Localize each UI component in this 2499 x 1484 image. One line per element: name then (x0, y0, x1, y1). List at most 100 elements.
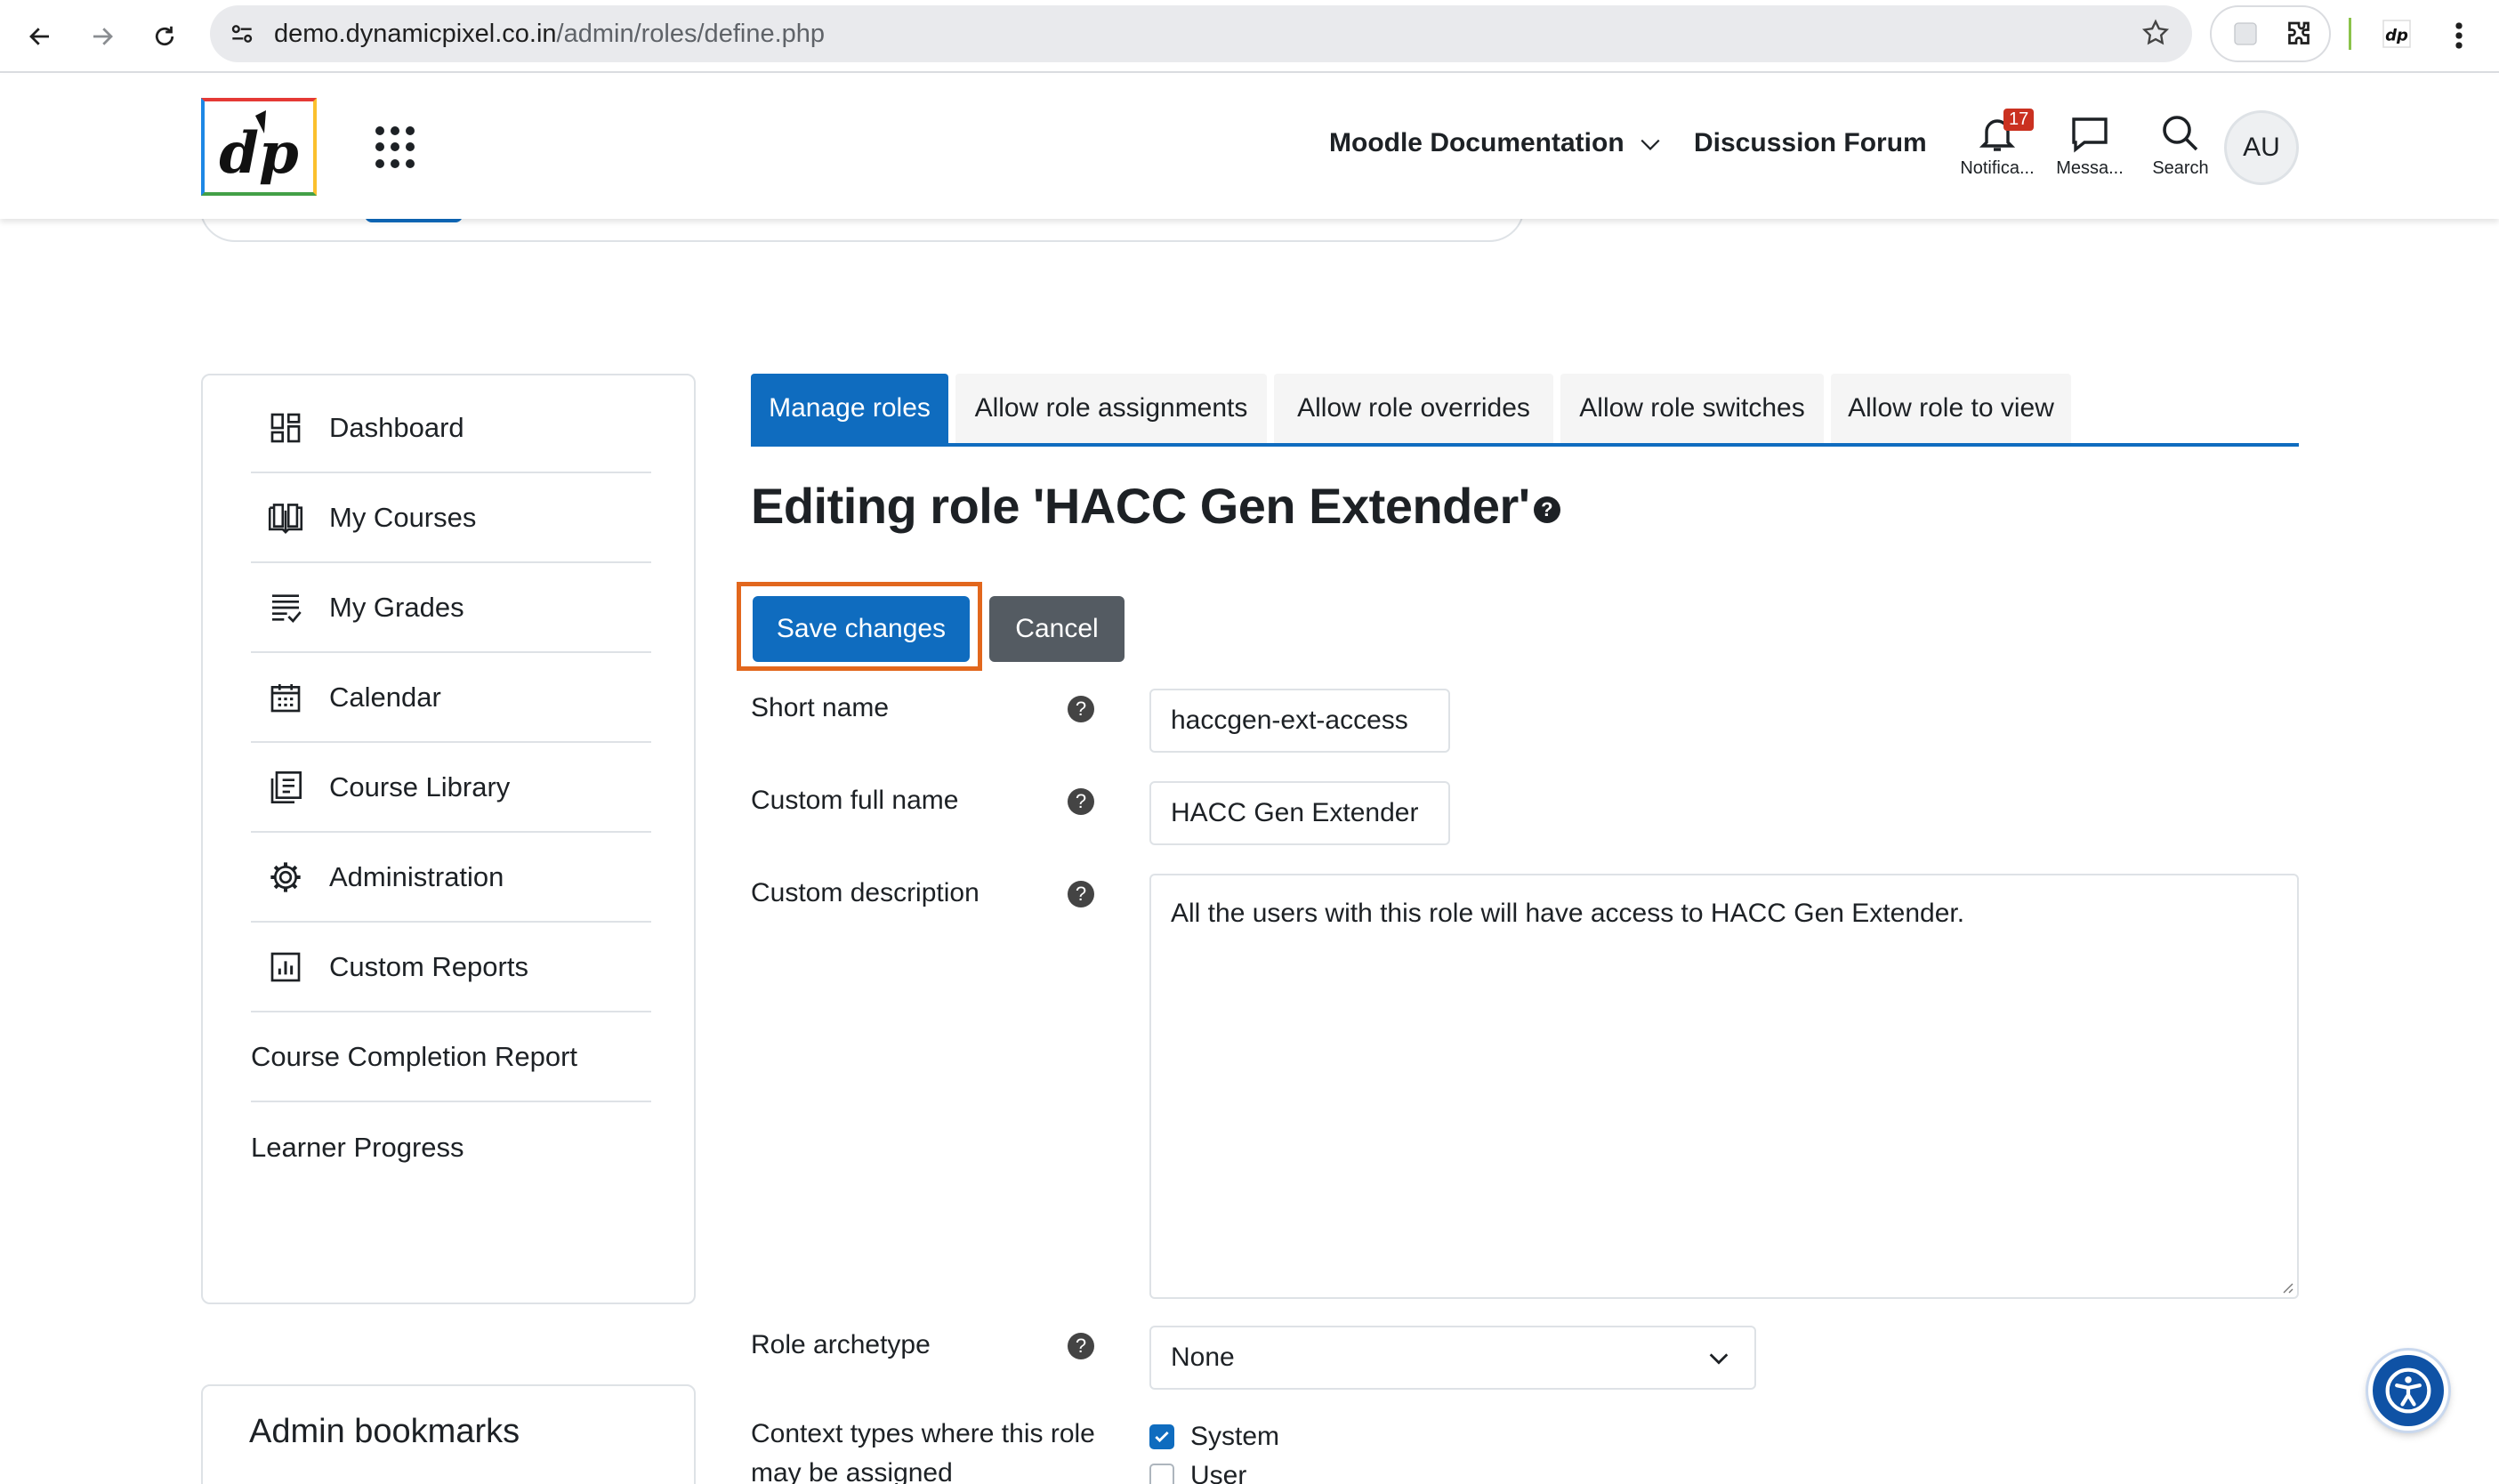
tab-manage-roles[interactable]: Manage roles (751, 374, 948, 443)
search-icon (2163, 116, 2198, 151)
context-user-checkbox[interactable] (1149, 1464, 1174, 1484)
puzzle-icon[interactable] (2283, 18, 2315, 50)
cancel-button[interactable]: Cancel (989, 596, 1125, 662)
extension-tile-icon[interactable] (2231, 20, 2260, 48)
help-icon[interactable]: ? (1533, 496, 1560, 524)
notification-count-badge: 17 (2003, 109, 2035, 131)
context-types-label-line1: Context types where this role (751, 1419, 1095, 1448)
search-button[interactable]: Search (2140, 112, 2221, 183)
svg-text:dp: dp (2385, 27, 2408, 45)
forward-button[interactable] (78, 12, 126, 60)
help-icon[interactable]: ? (1068, 1333, 1094, 1359)
tab-allow-role-overrides[interactable]: Allow role overrides (1274, 374, 1553, 443)
sidebar-item-administration[interactable]: Administration (251, 834, 651, 923)
chevron-down-icon (1709, 1353, 1729, 1365)
context-system-row[interactable]: System (1149, 1422, 1279, 1452)
sidebar-item-label: My Courses (329, 502, 477, 533)
description-text: All the users with this role will have a… (1171, 899, 1965, 928)
messages-button[interactable]: Messa... (2050, 112, 2130, 183)
sidebar-item-label: Dashboard (329, 412, 464, 443)
app-launcher-button[interactable] (375, 126, 418, 169)
site-navbar: dp Moodle Documentation Discussion Forum… (0, 75, 2499, 219)
reload-button[interactable] (141, 12, 189, 60)
sidebar-item-calendar[interactable]: Calendar (251, 654, 651, 743)
full-name-input[interactable]: HACC Gen Extender (1149, 781, 1450, 845)
admin-bookmarks-title: Admin bookmarks (249, 1413, 520, 1450)
save-changes-button[interactable]: Save changes (753, 596, 970, 662)
help-icon[interactable]: ? (1068, 696, 1094, 722)
bookmark-star-icon[interactable] (2140, 18, 2171, 48)
context-system-checkbox[interactable] (1149, 1424, 1174, 1449)
role-tabs: Manage roles Allow role assignments Allo… (751, 374, 2299, 447)
archetype-select[interactable]: None (1149, 1326, 1756, 1390)
notifications-button[interactable]: 17 Notifica... (1957, 109, 2037, 183)
sidebar-item-course-library[interactable]: Course Library (251, 744, 651, 833)
messages-label: Messa... (2056, 158, 2124, 178)
notifications-label: Notifica... (1960, 158, 2035, 178)
sidebar-item-dashboard[interactable]: Dashboard (251, 384, 651, 473)
profile-extension-icon[interactable]: dp (2377, 14, 2416, 53)
search-label: Search (2152, 158, 2209, 178)
page-title: Editing role 'HACC Gen Extender'? (751, 477, 1560, 535)
description-textarea[interactable]: All the users with this role will have a… (1149, 874, 2299, 1299)
sidebar-item-label: Course Library (329, 771, 511, 802)
help-icon[interactable]: ? (1068, 788, 1094, 815)
sidebar-item-label: Custom Reports (329, 951, 528, 982)
full-name-label: Custom full name (751, 786, 959, 815)
browser-menu-button[interactable] (2443, 16, 2475, 55)
address-bar[interactable]: demo.dynamicpixel.co.in/admin/roles/defi… (210, 5, 2192, 62)
arrow-right-icon (93, 28, 113, 45)
context-user-label: User (1190, 1461, 1247, 1484)
sidebar-item-learner-progress[interactable]: Learner Progress (251, 1103, 651, 1192)
nav-moodle-documentation[interactable]: Moodle Documentation (1329, 128, 1662, 158)
sidebar-nav: Dashboard My Courses My Grades Calendar … (201, 374, 696, 1304)
sidebar-item-my-courses[interactable]: My Courses (251, 474, 651, 563)
sidebar-item-label: Course Completion Report (251, 1041, 578, 1072)
extensions-area (2210, 5, 2331, 62)
chevron-down-icon (1640, 139, 1660, 151)
toolbar-divider (2349, 18, 2351, 50)
tab-allow-role-switches[interactable]: Allow role switches (1560, 374, 1824, 443)
user-avatar[interactable]: AU (2224, 110, 2299, 185)
grades-list-icon (267, 589, 304, 626)
book-icon (267, 499, 304, 536)
archetype-label: Role archetype (751, 1330, 931, 1359)
report-chart-icon (267, 948, 304, 986)
sidebar-item-course-completion-report[interactable]: Course Completion Report (251, 1013, 651, 1102)
svg-text:dp: dp (219, 120, 299, 187)
accessibility-button[interactable] (2368, 1351, 2448, 1431)
url-text[interactable]: demo.dynamicpixel.co.in/admin/roles/defi… (274, 20, 825, 49)
help-icon[interactable]: ? (1068, 881, 1094, 907)
page-title-text: Editing role 'HACC Gen Extender' (751, 478, 1530, 534)
sidebar-item-label: Administration (329, 861, 504, 892)
context-types-label: Context types where this role may be ass… (751, 1415, 1095, 1484)
checkmark-icon (1155, 1431, 1169, 1443)
sidebar-item-my-grades[interactable]: My Grades (251, 564, 651, 653)
tab-allow-role-assignments[interactable]: Allow role assignments (955, 374, 1267, 443)
sidebar-item-label: Calendar (329, 682, 441, 713)
short-name-label: Short name (751, 693, 890, 722)
site-settings-icon[interactable] (228, 20, 256, 48)
arrow-left-icon (29, 28, 49, 45)
sidebar-item-custom-reports[interactable]: Custom Reports (251, 923, 651, 1012)
dp-logo-icon: dp (219, 110, 299, 187)
context-user-row[interactable]: User (1149, 1461, 1246, 1484)
browser-toolbar: demo.dynamicpixel.co.in/admin/roles/defi… (0, 0, 2499, 73)
dashboard-icon (267, 409, 304, 447)
calendar-icon (267, 679, 304, 716)
back-button[interactable] (16, 12, 64, 60)
reload-icon (155, 26, 174, 46)
archetype-selected-value: None (1171, 1343, 1235, 1372)
nav-discussion-forum[interactable]: Discussion Forum (1694, 128, 1927, 158)
resize-grip-icon[interactable] (2279, 1279, 2293, 1294)
tab-allow-role-to-view[interactable]: Allow role to view (1831, 374, 2071, 443)
sidebar-item-label: Learner Progress (251, 1132, 464, 1163)
nav-link-label: Moodle Documentation (1329, 128, 1624, 157)
url-host: demo.dynamicpixel.co.in (274, 20, 557, 48)
context-types-label-line2: may be assigned (751, 1458, 953, 1484)
short-name-input[interactable]: haccgen-ext-access (1149, 689, 1450, 753)
kebab-menu-icon (2455, 22, 2463, 49)
url-path: /admin/roles/define.php (556, 20, 826, 48)
sidebar-item-label: My Grades (329, 592, 464, 623)
site-logo[interactable]: dp (201, 98, 317, 196)
